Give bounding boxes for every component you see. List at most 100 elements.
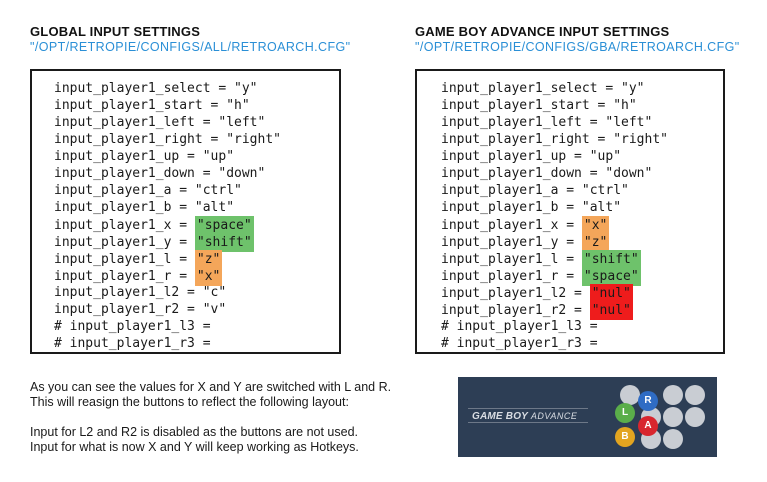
- config-value: "left": [218, 115, 266, 130]
- config-line: input_player1_r2 = "v": [54, 302, 227, 317]
- config-line: # input_player1_r3 =: [54, 335, 339, 352]
- config-value: "c": [202, 285, 227, 300]
- a-button: A: [638, 416, 658, 436]
- global-settings-panel: GLOBAL INPUT SETTINGS "/OPT/RETROPIE/CON…: [30, 24, 370, 354]
- unused-button: [685, 407, 705, 427]
- gba-logo-main: GAME BOY: [472, 411, 528, 422]
- config-comment: # input_player1_r3 =: [441, 336, 598, 351]
- config-line: input_player1_select = "y": [441, 81, 645, 96]
- config-value: "h": [613, 98, 637, 113]
- description-text: As you can see the values for X and Y ar…: [30, 380, 450, 455]
- config-value: "y": [234, 81, 258, 96]
- description-line: Input for what is now X and Y will keep …: [30, 440, 359, 454]
- config-line: input_player1_r = "space": [441, 267, 641, 286]
- config-key: input_player1_left: [54, 115, 195, 130]
- config-line: input_player1_r2 = "nul": [441, 301, 633, 320]
- config-line: input_player1_l2 = "nul": [441, 284, 633, 303]
- config-key: input_player1_up: [441, 149, 567, 164]
- config-line: input_player1_b = "alt": [441, 200, 622, 215]
- config-value: "down": [605, 166, 653, 181]
- config-key: input_player1_r2: [441, 303, 567, 318]
- config-key: input_player1_a: [54, 183, 172, 198]
- config-key: input_player1_up: [54, 149, 180, 164]
- gba-settings-panel: GAME BOY ADVANCE INPUT SETTINGS "/OPT/RE…: [415, 24, 760, 354]
- description-line: As you can see the values for X and Y ar…: [30, 380, 392, 394]
- gba-code-box: input_player1_select = "y" input_player1_…: [415, 69, 725, 354]
- config-line: input_player1_y = "z": [441, 233, 610, 252]
- config-line: input_player1_start = "h": [54, 98, 250, 113]
- unused-button: [663, 407, 683, 427]
- config-line: input_player1_right = "right": [54, 132, 281, 147]
- config-line: input_player1_l2 = "c": [54, 285, 227, 300]
- b-button: B: [615, 427, 635, 447]
- global-settings-title: GLOBAL INPUT SETTINGS: [30, 24, 201, 39]
- config-key: input_player1_down: [54, 166, 195, 181]
- config-line: input_player1_y = "shift": [54, 233, 254, 252]
- config-key: input_player1_start: [441, 98, 590, 113]
- gba-logo: GAME BOY ADVANCE: [468, 408, 588, 423]
- config-value: "up": [202, 149, 235, 164]
- config-line: input_player1_right = "right": [441, 132, 668, 147]
- config-line: input_player1_start = "h": [441, 98, 637, 113]
- config-key: input_player1_y: [441, 235, 559, 250]
- config-line: input_player1_x = "x": [441, 216, 610, 235]
- config-line: input_player1_up = "up": [54, 149, 235, 164]
- config-key: input_player1_l2: [54, 285, 180, 300]
- config-comment: # input_player1_l3 =: [441, 319, 598, 334]
- config-line: input_player1_l = "z": [54, 250, 223, 269]
- config-key: input_player1_l: [441, 252, 559, 267]
- config-key: input_player1_r2: [54, 302, 180, 317]
- config-line: # input_player1_r3 =: [441, 335, 723, 352]
- config-line: input_player1_left = "left": [54, 115, 266, 130]
- config-line: input_player1_down = "down": [441, 166, 653, 181]
- config-value: "up": [589, 149, 622, 164]
- config-key: input_player1_r: [54, 269, 172, 284]
- config-value: "h": [226, 98, 250, 113]
- gba-settings-path: "/OPT/RETROPIE/CONFIGS/GBA/RETROARCH.CFG…: [415, 40, 740, 54]
- config-key: input_player1_select: [54, 81, 211, 96]
- config-line: input_player1_b = "alt": [54, 200, 235, 215]
- config-value: "alt": [194, 200, 235, 215]
- config-line: # input_player1_l3 =: [441, 318, 723, 335]
- config-key: input_player1_b: [441, 200, 559, 215]
- config-value: "y": [621, 81, 645, 96]
- config-line: input_player1_x = "space": [54, 216, 254, 235]
- config-line: input_player1_select = "y": [54, 81, 258, 96]
- config-key: input_player1_right: [441, 132, 590, 147]
- config-value: "left": [605, 115, 653, 130]
- config-key: input_player1_l2: [441, 286, 567, 301]
- config-line: input_player1_up = "up": [441, 149, 622, 164]
- config-key: input_player1_l: [54, 252, 172, 267]
- config-key: input_player1_down: [441, 166, 582, 181]
- config-value: "down": [218, 166, 266, 181]
- l-button: L: [615, 403, 635, 423]
- config-key: input_player1_x: [441, 218, 559, 233]
- gba-settings-title: GAME BOY ADVANCE INPUT SETTINGS: [415, 24, 670, 39]
- config-line: input_player1_l = "shift": [441, 250, 641, 269]
- global-settings-path: "/OPT/RETROPIE/CONFIGS/ALL/RETROARCH.CFG…: [30, 40, 351, 54]
- config-line: input_player1_down = "down": [54, 166, 266, 181]
- config-key: input_player1_left: [441, 115, 582, 130]
- config-comment: # input_player1_l3 =: [54, 319, 211, 334]
- config-line: input_player1_a = "ctrl": [54, 183, 242, 198]
- config-key: input_player1_select: [441, 81, 598, 96]
- unused-button: [685, 385, 705, 405]
- config-value: "v": [202, 302, 227, 317]
- config-line: # input_player1_l3 =: [54, 318, 339, 335]
- config-value: "ctrl": [194, 183, 242, 198]
- config-comment: # input_player1_r3 =: [54, 336, 211, 351]
- config-value: "right": [613, 132, 668, 147]
- config-key: input_player1_r: [441, 269, 559, 284]
- unused-button: [663, 429, 683, 449]
- config-line: input_player1_left = "left": [441, 115, 653, 130]
- config-key: input_player1_b: [54, 200, 172, 215]
- config-line: input_player1_a = "ctrl": [441, 183, 629, 198]
- unused-button: [663, 385, 683, 405]
- config-value: "ctrl": [581, 183, 629, 198]
- config-key: input_player1_a: [441, 183, 559, 198]
- config-value: "right": [226, 132, 281, 147]
- config-key: input_player1_x: [54, 218, 172, 233]
- r-button: R: [638, 391, 658, 411]
- config-key: input_player1_start: [54, 98, 203, 113]
- config-line: input_player1_r = "x": [54, 267, 223, 286]
